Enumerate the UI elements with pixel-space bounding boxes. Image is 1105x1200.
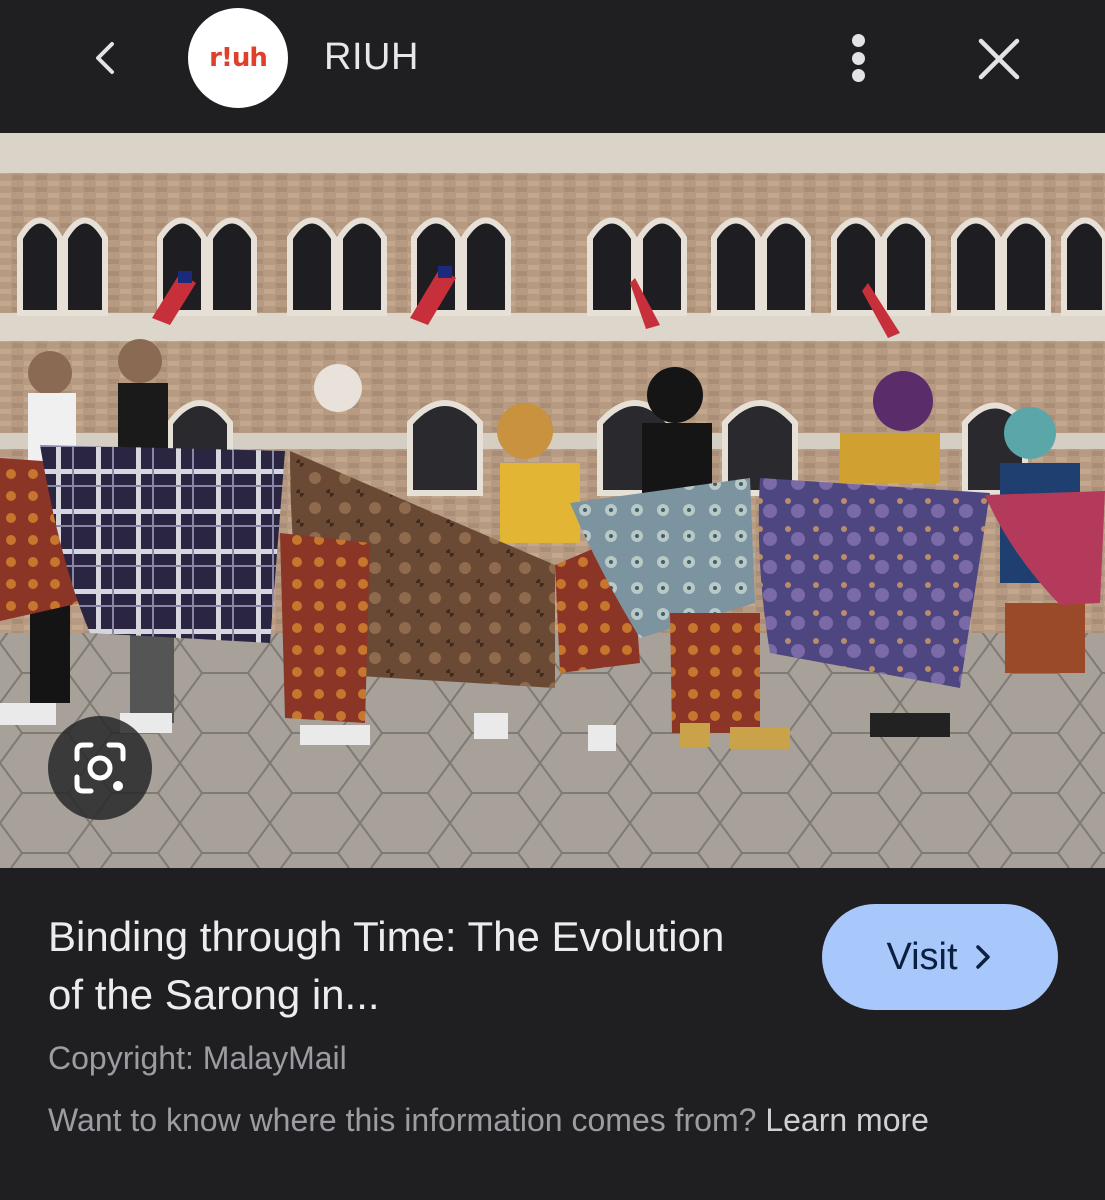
copyright-text: Copyright: MalayMail (48, 1040, 347, 1076)
site-name: RIUH (324, 36, 419, 78)
back-button[interactable] (80, 32, 132, 84)
logo-text: r!uh (209, 43, 268, 73)
google-lens-icon (74, 742, 126, 794)
learn-more-link[interactable]: Learn more (765, 1102, 929, 1138)
more-vert-icon (851, 34, 865, 47)
site-logo: r!uh (188, 8, 288, 108)
chevron-left-icon (96, 42, 114, 74)
result-info-panel: Binding through Time: The Evolution of t… (0, 868, 1105, 1200)
source-info: Want to know where this information come… (48, 1096, 988, 1144)
photo-illustration (0, 133, 1105, 868)
source-prompt: Want to know where this information come… (48, 1102, 757, 1138)
top-bar: r!uh RIUH (0, 0, 1105, 133)
result-title[interactable]: Binding through Time: The Evolution of t… (48, 908, 768, 1024)
visit-label: Visit (886, 935, 958, 978)
close-icon (978, 38, 1020, 80)
chevron-right-icon (975, 945, 990, 969)
close-button[interactable] (972, 32, 1026, 86)
google-lens-button[interactable] (48, 716, 152, 820)
visit-button[interactable]: Visit (822, 904, 1058, 1010)
result-image[interactable] (0, 133, 1105, 868)
more-options-button[interactable] (836, 30, 880, 86)
